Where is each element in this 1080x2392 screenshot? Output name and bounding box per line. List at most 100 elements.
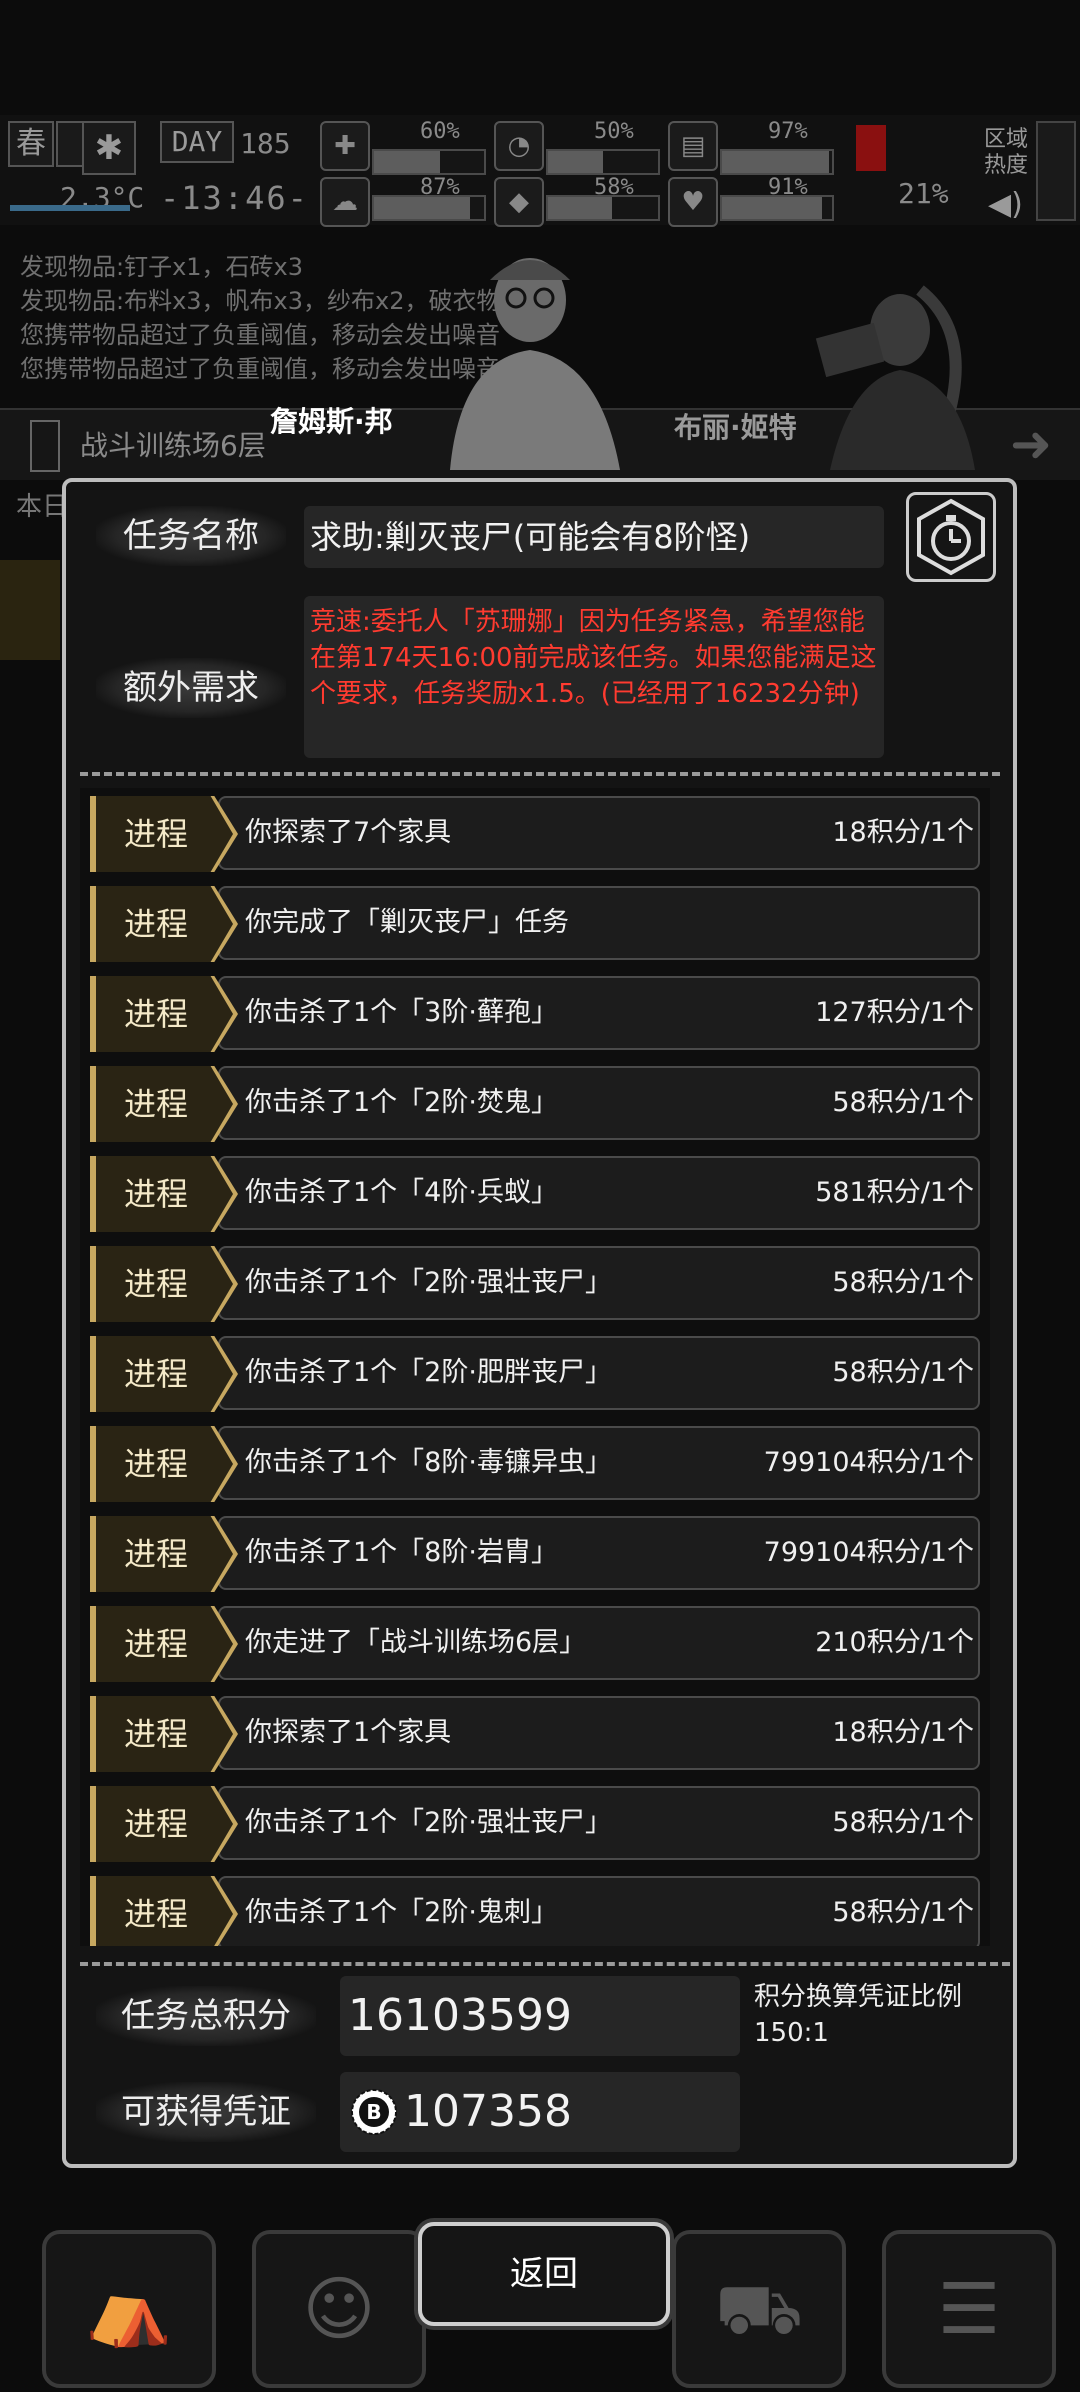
progress-tag: 进程 — [93, 1516, 233, 1592]
task-name-field: 求助:剿灭丧尸(可能会有8阶怪) — [304, 506, 884, 568]
progress-tag: 进程 — [93, 1786, 233, 1862]
progress-reward: 18积分/1个 — [832, 817, 974, 848]
progress-description: 你探索了1个家具 — [245, 1717, 452, 1748]
heat-gauge — [1036, 121, 1076, 221]
progress-tag-label: 进程 — [123, 1445, 188, 1483]
progress-tag-label: 进程 — [123, 1625, 188, 1663]
day-label: DAY — [160, 121, 234, 163]
progress-list[interactable]: 进程 你探索了7个家具 18积分/1个 进程 你完成了「剿灭丧尸」任务 进程 你击杀了1个「… — [80, 788, 990, 1946]
progress-description: 你走进了「战斗训练场6层」 — [245, 1627, 587, 1658]
progress-description: 你击杀了1个「2阶·焚鬼」 — [245, 1087, 558, 1118]
location-name: 战斗训练场6层 — [80, 429, 266, 462]
stamina-bar-fill — [722, 151, 829, 173]
stopwatch-icon[interactable] — [906, 492, 996, 582]
character-portrait-left — [430, 240, 630, 470]
progress-row: 进程 你击杀了1个「4阶·兵蚁」 581积分/1个 — [90, 1156, 980, 1232]
progress-reward: 581积分/1个 — [815, 1177, 974, 1208]
task-name-label: 任务名称 — [96, 506, 286, 566]
exchange-ratio-label: 积分换算凭证比例 — [754, 1982, 963, 2012]
progress-description: 你击杀了1个「2阶·肥胖丧尸」 — [245, 1357, 612, 1388]
progress-tag: 进程 — [93, 1876, 233, 1946]
medkit-icon: ✚ — [320, 121, 370, 171]
progress-tag: 进程 — [93, 1606, 233, 1682]
voucher-label: 可获得凭证 — [96, 2082, 316, 2142]
progress-tag: 进程 — [93, 1246, 233, 1322]
extra-requirement-field: 竞速:委托人「苏珊娜」因为任务紧急，希望您能在第174天16:00前完成该任务。… — [304, 596, 884, 758]
progress-description: 你完成了「剿灭丧尸」任务 — [245, 907, 569, 938]
character-portrait-right — [810, 270, 980, 470]
back-button[interactable]: 返回 — [418, 2222, 670, 2326]
building-icon — [30, 420, 60, 472]
boot-icon — [856, 125, 886, 171]
progress-reward: 18积分/1个 — [832, 1717, 974, 1748]
weight-pct: 21% — [898, 177, 949, 210]
progress-tag-label: 进程 — [123, 995, 188, 1033]
progress-reward: 58积分/1个 — [832, 1357, 974, 1388]
progress-tag-label: 进程 — [123, 1175, 188, 1213]
progress-tag-label: 进程 — [123, 1805, 188, 1843]
progress-row: 进程 你击杀了1个「8阶·毒镰异虫」 799104积分/1个 — [90, 1426, 980, 1502]
progress-row: 进程 你击杀了1个「3阶·藓孢」 127积分/1个 — [90, 976, 980, 1052]
divider-top — [80, 772, 1000, 776]
character-name-right[interactable]: 布丽·姬特 — [674, 406, 797, 446]
location-sub: 本日 — [16, 492, 69, 522]
progress-tag-label: 进程 — [123, 815, 188, 853]
progress-row: 进程 你击杀了1个「2阶·强壮丧尸」 58积分/1个 — [90, 1246, 980, 1322]
progress-description: 你击杀了1个「4阶·兵蚁」 — [245, 1177, 558, 1208]
progress-description: 你探索了7个家具 — [245, 817, 452, 848]
progress-tag-label: 进程 — [123, 1535, 188, 1573]
status-bar: 春 ✱ 2.3°C DAY 185 -13:46- ✚ 60% ☁ 87% ◔ … — [0, 115, 1080, 227]
progress-row: 进程 你探索了1个家具 18积分/1个 — [90, 1696, 980, 1772]
sanity-bar-fill — [374, 197, 470, 219]
heart-icon: ♥ — [668, 177, 718, 227]
mood-bar-fill — [722, 197, 823, 219]
hunger-pct: 50% — [594, 119, 634, 144]
arrow-right-icon[interactable]: ➜ — [1010, 419, 1052, 469]
progress-row: 进程 你击杀了1个「2阶·肥胖丧尸」 58积分/1个 — [90, 1336, 980, 1412]
mood-pct: 91% — [768, 175, 808, 200]
progress-tag: 进程 — [93, 1336, 233, 1412]
speaker-icon[interactable]: ◀) — [988, 187, 1023, 222]
progress-description: 你击杀了1个「8阶·岩胄」 — [245, 1537, 558, 1568]
progress-row: 进程 你击杀了1个「8阶·岩胄」 799104积分/1个 — [90, 1516, 980, 1592]
progress-row: 进程 你走进了「战斗训练场6层」 210积分/1个 — [90, 1606, 980, 1682]
progress-tag-label: 进程 — [123, 905, 188, 943]
progress-reward: 58积分/1个 — [832, 1897, 974, 1928]
menu-list-icon[interactable]: ☰ — [882, 2230, 1056, 2388]
progress-tag: 进程 — [93, 1426, 233, 1502]
progress-description: 你击杀了1个「2阶·强壮丧尸」 — [245, 1267, 612, 1298]
temperature-bar — [10, 205, 130, 211]
water-drop-icon: ◆ — [494, 177, 544, 227]
stamina-pct: 97% — [768, 119, 808, 144]
progress-row: 进程 你击杀了1个「2阶·焚鬼」 58积分/1个 — [90, 1066, 980, 1142]
brain-profile-icon[interactable]: ☺ — [252, 2230, 426, 2388]
character-name-left[interactable]: 詹姆斯·邦 — [270, 400, 393, 440]
progress-tag: 进程 — [93, 886, 233, 962]
progress-tag: 进程 — [93, 1696, 233, 1772]
total-points-label: 任务总积分 — [96, 1986, 316, 2046]
snowflake-icon: ✱ — [82, 121, 136, 175]
progress-description: 你击杀了1个「3阶·藓孢」 — [245, 997, 558, 1028]
progress-tag-label: 进程 — [123, 1715, 188, 1753]
progress-reward: 58积分/1个 — [832, 1267, 974, 1298]
sanity-pct: 87% — [420, 175, 460, 200]
progress-reward: 58积分/1个 — [832, 1087, 974, 1118]
progress-tag: 进程 — [93, 1066, 233, 1142]
region-heat-label: 区域热度 — [984, 127, 1029, 178]
progress-tag: 进程 — [93, 1156, 233, 1232]
divider-bottom — [80, 1962, 1010, 1966]
shopping-cart-icon[interactable]: ⛟ — [672, 2230, 846, 2388]
canteen-icon: ▤ — [668, 121, 718, 171]
progress-reward: 799104积分/1个 — [763, 1537, 974, 1568]
progress-reward: 210积分/1个 — [815, 1627, 974, 1658]
health-pct: 60% — [420, 119, 460, 144]
progress-row: 进程 你击杀了1个「2阶·鬼刺」 58积分/1个 — [90, 1876, 980, 1946]
voucher-field: B 107358 — [340, 2072, 740, 2152]
backpack-icon[interactable]: ⛺ — [42, 2230, 216, 2388]
hunger-bar — [546, 149, 660, 175]
progress-description: 你击杀了1个「2阶·强壮丧尸」 — [245, 1807, 612, 1838]
progress-reward: 799104积分/1个 — [763, 1447, 974, 1478]
progress-row: 进程 你探索了7个家具 18积分/1个 — [90, 796, 980, 872]
exchange-ratio-value: 150:1 — [754, 2018, 829, 2048]
progress-tag-label: 进程 — [123, 1085, 188, 1123]
